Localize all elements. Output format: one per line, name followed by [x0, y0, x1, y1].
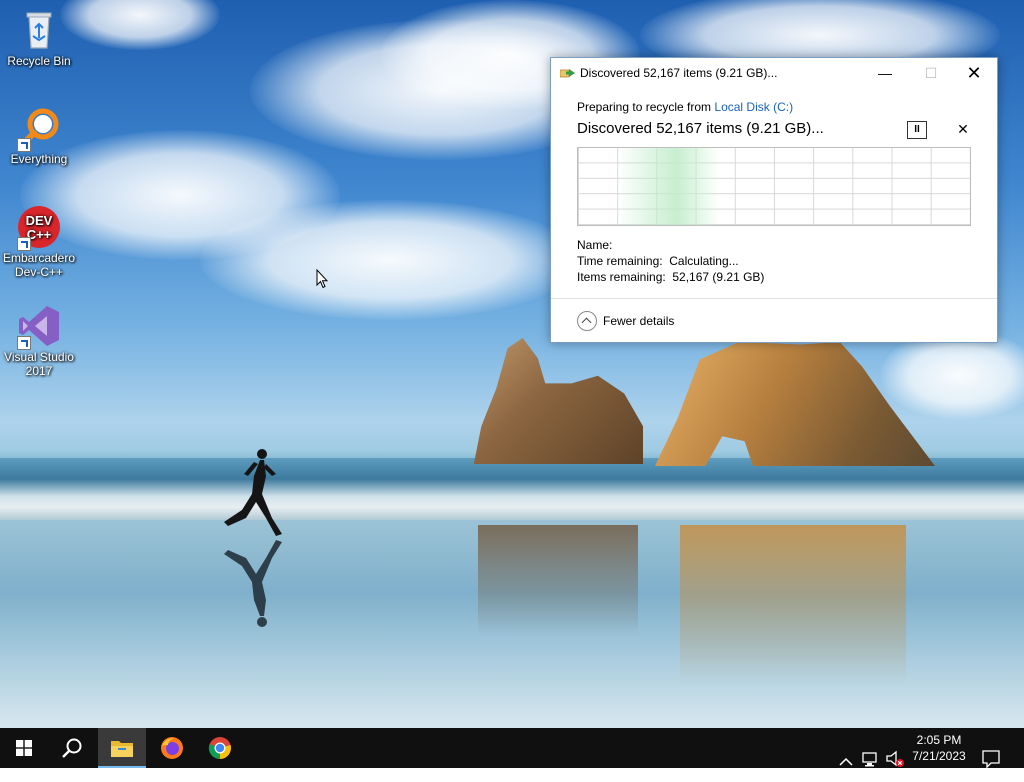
taskbar: 2:05 PM 7/21/2023 [0, 728, 1024, 769]
notification-icon[interactable] [982, 739, 1000, 779]
dialog-separator [551, 298, 997, 299]
file-explorer-icon [111, 741, 133, 757]
desktop-icon-label: Everything [10, 152, 68, 166]
desktop-icon-label: Visual Studio 2017 [4, 350, 74, 378]
close-button[interactable]: ✕ [951, 58, 997, 88]
clock-date: 7/21/2023 [912, 749, 966, 763]
items-remaining-value: 52,167 (9.21 GB) [672, 270, 765, 284]
time-remaining-label: Time remaining: [577, 254, 663, 268]
dialog-titlebar[interactable]: Discovered 52,167 items (9.21 GB)... — ☐… [551, 58, 997, 88]
recycle-bin-icon [17, 8, 61, 52]
preparing-prefix: Preparing to recycle from [577, 100, 712, 114]
source-location-link[interactable]: Local Disk (C:) [714, 100, 793, 114]
maximize-button: ☐ [924, 65, 938, 81]
items-remaining-label: Items remaining: [577, 270, 666, 284]
network-icon[interactable] [862, 740, 880, 780]
devcpp-icon: DEV C++ [17, 205, 61, 251]
minimize-button[interactable]: — [862, 58, 908, 88]
time-remaining-row: Time remaining: Calculating... [577, 254, 739, 268]
time-remaining-value: Calculating... [669, 254, 739, 268]
fewer-details-label: Fewer details [603, 314, 675, 328]
clock-time: 2:05 PM [916, 733, 962, 747]
visual-studio-icon [17, 304, 61, 350]
dialog-title: Discovered 52,167 items (9.21 GB)... [580, 66, 778, 80]
desktop-icon-label: Embarcadero Dev-C++ [2, 251, 76, 279]
desktop-icon-recycle-bin[interactable]: Recycle Bin [1, 8, 77, 68]
runner-silhouette [224, 449, 282, 536]
firefox-icon [161, 737, 183, 759]
recycle-progress-dialog: Discovered 52,167 items (9.21 GB)... — ☐… [550, 57, 998, 343]
start-button[interactable] [0, 728, 48, 768]
chevron-up-icon[interactable] [839, 742, 853, 782]
desktop-icon-label: Recycle Bin [7, 54, 71, 68]
name-label: Name: [577, 238, 613, 252]
items-remaining-row: Items remaining: 52,167 (9.21 GB) [577, 270, 764, 284]
taskbar-clock[interactable]: 2:05 PM 7/21/2023 [908, 732, 970, 764]
fewer-details-button[interactable]: Fewer details [577, 311, 674, 331]
desktop-icon-everything[interactable]: Everything [1, 106, 77, 166]
desktop-icon-devcpp[interactable]: DEV C++ Embarcadero Dev-C++ [1, 205, 77, 279]
transfer-speed-graph [577, 147, 971, 226]
cancel-operation-button[interactable]: ✕ [955, 120, 971, 138]
taskbar-firefox[interactable] [148, 728, 196, 768]
pause-button[interactable]: II [907, 121, 927, 139]
search-icon [62, 738, 82, 758]
start-icon [16, 740, 32, 756]
taskbar-chrome[interactable] [196, 728, 244, 768]
file-operation-icon [560, 69, 575, 78]
shortcut-arrow-icon [17, 336, 31, 350]
taskbar-file-explorer[interactable] [98, 728, 146, 768]
devcpp-badge-line1: DEV [26, 213, 53, 228]
name-row: Name: [577, 238, 612, 252]
shortcut-arrow-icon [17, 237, 31, 251]
volume-muted-icon[interactable] [885, 739, 905, 779]
runner-reflection [224, 540, 282, 627]
shortcut-arrow-icon [17, 138, 31, 152]
chevron-up-circle-icon [577, 311, 597, 331]
chrome-icon [208, 737, 231, 760]
mouse-cursor-icon [316, 269, 328, 289]
search-button[interactable] [48, 728, 96, 768]
desktop-icon-visual-studio[interactable]: Visual Studio 2017 [1, 304, 77, 378]
rock-formation-left [473, 338, 643, 464]
discovery-status: Discovered 52,167 items (9.21 GB)... [577, 120, 824, 137]
preparing-line: Preparing to recycle from Local Disk (C:… [577, 100, 793, 114]
everything-search-icon [17, 106, 61, 152]
